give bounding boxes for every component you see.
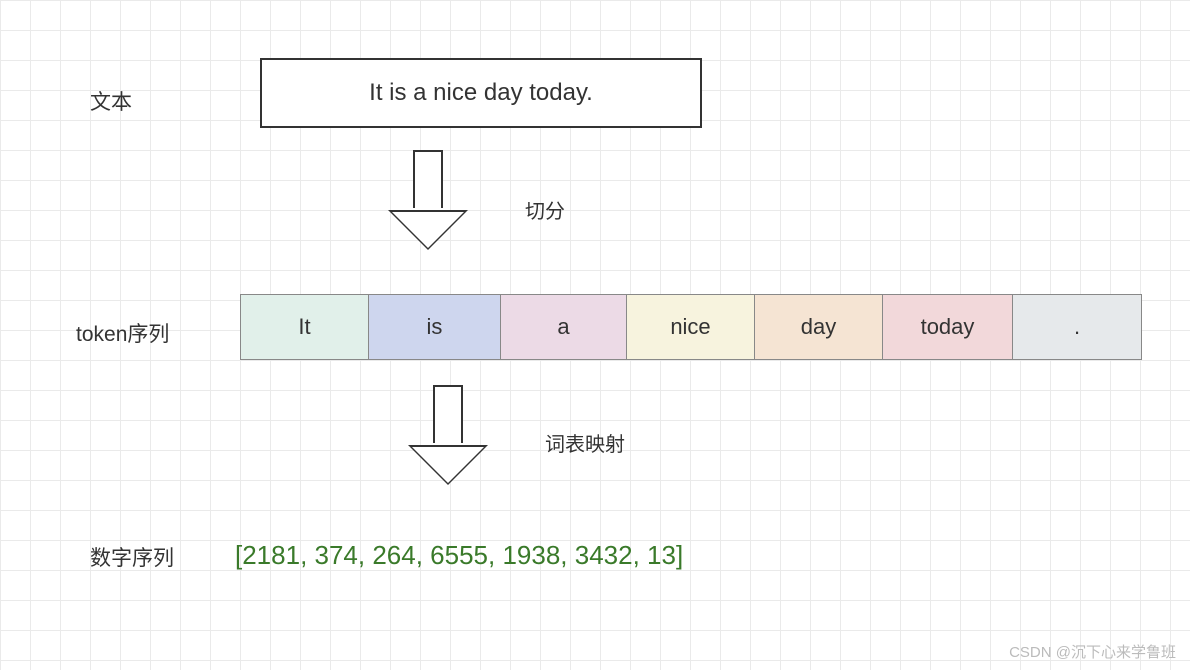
token-cell: is xyxy=(369,295,501,359)
token-cell: today xyxy=(883,295,1013,359)
token-cell: nice xyxy=(627,295,755,359)
token-row: Itisanicedaytoday. xyxy=(240,294,1142,360)
token-cell: a xyxy=(501,295,627,359)
caption-split: 切分 xyxy=(525,195,565,224)
label-number-sequence: 数字序列 xyxy=(90,542,174,572)
token-cell: day xyxy=(755,295,883,359)
token-cell: . xyxy=(1013,295,1141,359)
arrow-map-icon xyxy=(420,385,476,485)
number-sequence: [2181, 374, 264, 6555, 1938, 3432, 13] xyxy=(235,540,683,571)
sentence-box: It is a nice day today. xyxy=(260,58,702,128)
arrow-split-icon xyxy=(400,150,456,250)
watermark: CSDN @沉下心来学鲁班 xyxy=(1009,641,1176,662)
label-text: 文本 xyxy=(90,86,132,116)
token-cell: It xyxy=(241,295,369,359)
caption-map: 词表映射 xyxy=(545,428,625,457)
label-token-sequence: token序列 xyxy=(76,318,169,348)
